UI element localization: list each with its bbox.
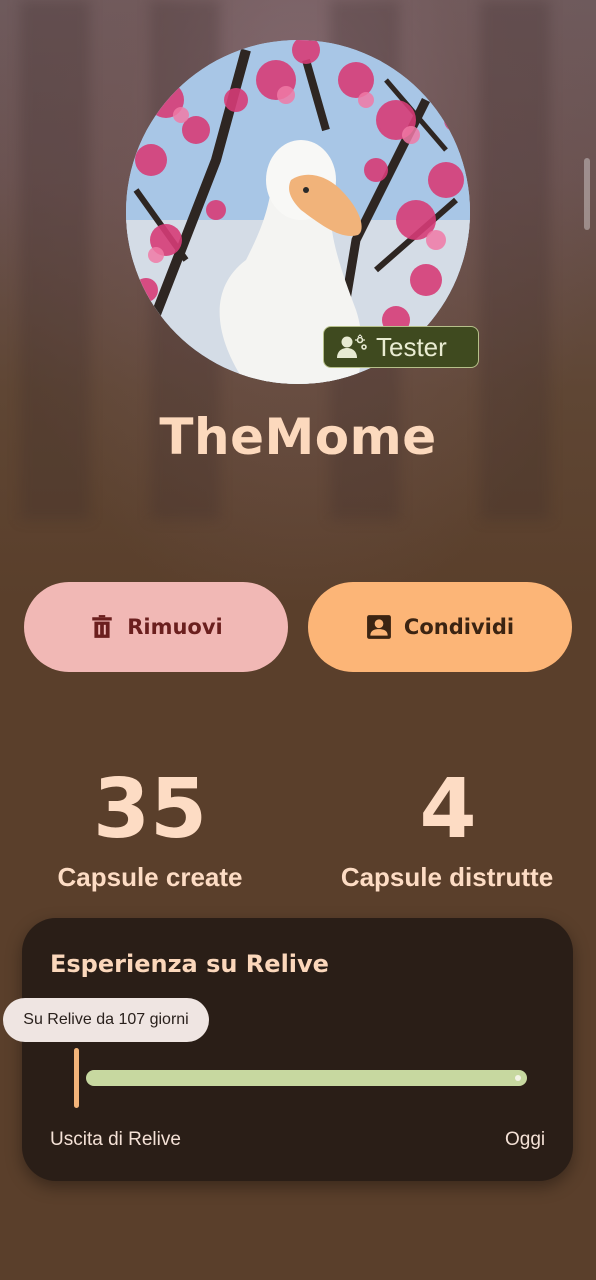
contact-card-icon — [367, 615, 391, 639]
tester-badge[interactable]: Tester — [323, 326, 479, 368]
trash-icon — [92, 615, 112, 638]
capsules-created-label: Capsule create — [57, 862, 243, 892]
capsules-created-count: 35 — [92, 762, 208, 857]
badge-label: Tester — [376, 331, 447, 362]
timeline-end-dot — [515, 1075, 521, 1081]
share-button-label: Condividi — [403, 615, 515, 639]
capsules-destroyed-label: Capsule distrutte — [340, 862, 554, 892]
remove-button[interactable]: Rimuovi — [24, 582, 288, 672]
share-button[interactable]: Condividi — [308, 582, 572, 672]
timeline-start-label: Uscita di Relive — [50, 1129, 181, 1150]
scrollbar[interactable] — [584, 158, 590, 230]
person-sparkle-icon — [337, 334, 367, 358]
timeline-start-marker — [74, 1048, 79, 1108]
days-tooltip: Su Relive da 107 giorni — [3, 998, 209, 1042]
remove-button-label: Rimuovi — [127, 615, 223, 639]
timeline-end-label: Oggi — [505, 1129, 546, 1150]
capsules-destroyed-count: 4 — [419, 762, 477, 857]
timeline-track — [86, 1070, 527, 1086]
profile-username: TheMome — [159, 408, 437, 466]
experience-title: Esperienza su Relive — [50, 950, 329, 978]
